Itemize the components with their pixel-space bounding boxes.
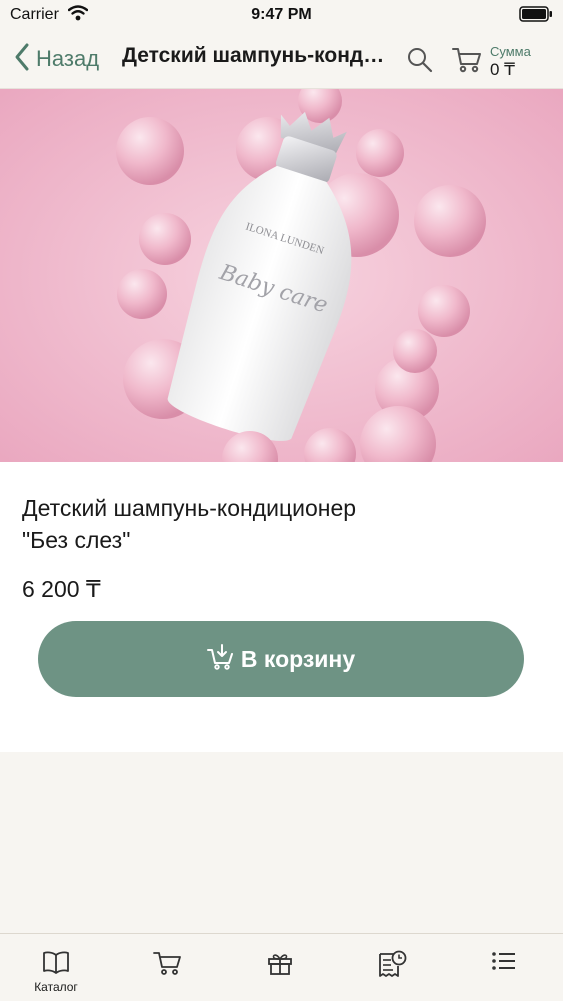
add-to-cart-button[interactable]: В корзину [38, 621, 524, 697]
page-title: Детский шампунь-кондиционер "Без слез" [122, 44, 392, 67]
tab-bar: Каталог [0, 933, 563, 1001]
product-price: 6 200 ₸ [22, 576, 101, 602]
battery-icon [519, 6, 553, 27]
status-time: 9:47 PM [251, 6, 312, 23]
cart-sum-button[interactable]: Сумма 0 ₸ [452, 44, 562, 80]
tab-order-history[interactable] [336, 934, 448, 1001]
cart-sum-value: 0 ₸ [490, 60, 515, 79]
search-icon [406, 48, 434, 78]
cart-icon [452, 46, 482, 79]
tab-gifts[interactable] [224, 934, 336, 1001]
tab-catalog-label: Каталог [34, 980, 78, 994]
tab-cart[interactable] [112, 934, 224, 1001]
chevron-left-icon [14, 42, 30, 77]
product-image: ILONA LUNDEN Baby care [0, 89, 563, 462]
add-to-cart-label: В корзину [240, 645, 356, 672]
product-card: Детский шампунь-кондиционер "Без слез" 6… [0, 462, 563, 752]
status-bar: Carrier 9:47 PM [0, 0, 563, 30]
cart-sum-label: Сумма [490, 44, 531, 59]
cart-add-icon [206, 643, 233, 675]
search-button[interactable] [406, 46, 434, 74]
navigation-bar: Назад Детский шампунь-кондиционер "Без с… [0, 30, 563, 89]
tab-catalog[interactable]: Каталог [0, 934, 112, 1001]
back-label: Назад [36, 46, 100, 71]
back-button[interactable]: Назад [14, 42, 99, 76]
product-title: Детский шампунь-кондиционер "Без слез" [22, 495, 357, 553]
tab-menu[interactable] [448, 934, 560, 1001]
